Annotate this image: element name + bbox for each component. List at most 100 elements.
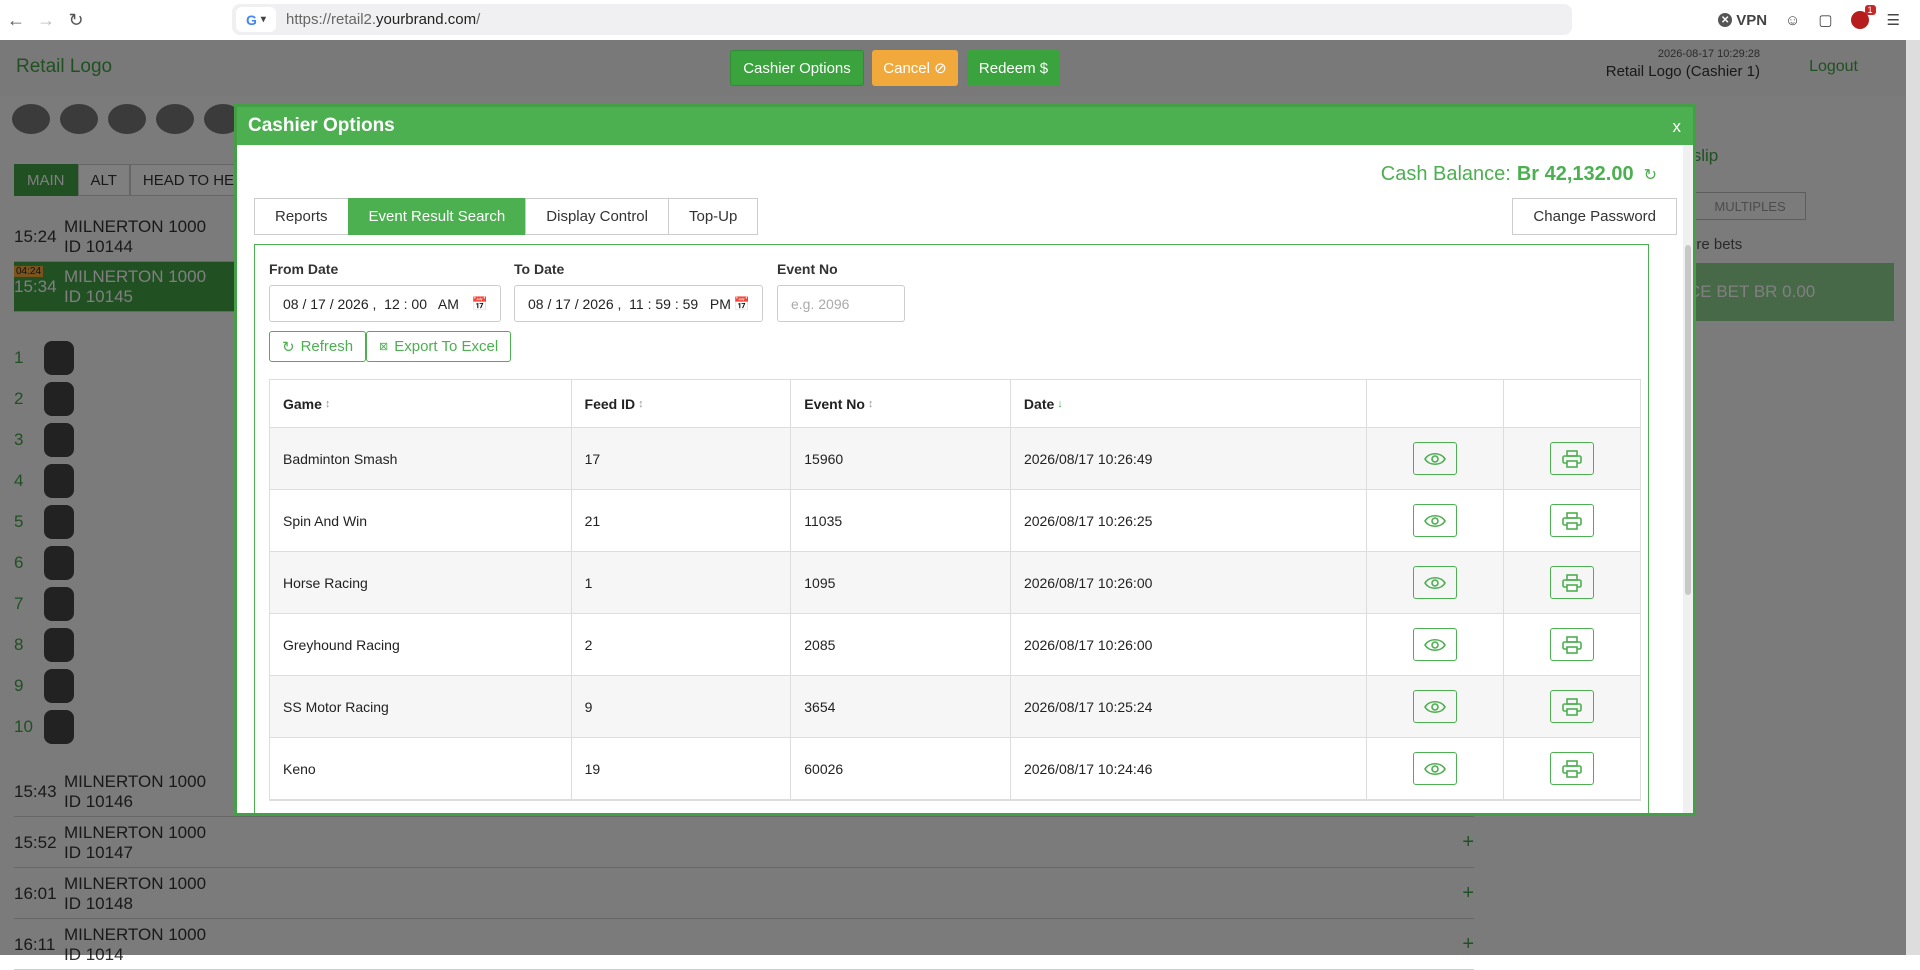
cell-event-no: 3654 <box>791 676 1011 737</box>
extension-shield-icon[interactable]: 1 <box>1850 5 1876 29</box>
extensions-icon[interactable]: ▢ <box>1818 11 1832 29</box>
event-no-input[interactable]: e.g. 2096 <box>777 285 905 322</box>
cell-feed-id: 19 <box>572 738 792 799</box>
excel-icon: ⊠ <box>379 341 389 353</box>
cash-balance-label: Cash Balance: <box>1380 163 1511 185</box>
cell-view <box>1367 428 1505 489</box>
google-icon[interactable]: G ▾ <box>236 7 276 32</box>
cell-print <box>1504 552 1640 613</box>
print-icon[interactable] <box>1550 566 1595 599</box>
cell-view <box>1367 490 1505 551</box>
cell-feed-id: 21 <box>572 490 792 551</box>
change-password-button[interactable]: Change Password <box>1512 198 1677 235</box>
logout-link[interactable]: Logout <box>1809 58 1858 76</box>
address-bar[interactable]: G ▾ https://retail2.yourbrand.com/ <box>232 4 1572 35</box>
print-icon[interactable] <box>1550 690 1595 723</box>
calendar-icon[interactable]: 📅 <box>472 296 488 312</box>
back-icon[interactable]: ← <box>2 6 30 34</box>
event-no-placeholder: e.g. 2096 <box>791 295 850 312</box>
event-no-label: Event No <box>777 261 838 277</box>
from-date-input[interactable]: 08 / 17 / 2026 , 12 : 00 AM 📅 <box>269 285 501 322</box>
cell-view <box>1367 676 1505 737</box>
browser-toolbar: ← → ↻ G ▾ https://retail2.yourbrand.com/ … <box>0 0 1920 40</box>
cashier-options-button[interactable]: Cashier Options <box>730 50 864 86</box>
cell-event-no: 2085 <box>791 614 1011 675</box>
view-eye-icon[interactable] <box>1413 690 1458 723</box>
cell-print <box>1504 428 1640 489</box>
view-eye-icon[interactable] <box>1413 442 1458 475</box>
cell-view <box>1367 552 1505 613</box>
refresh-icon: ↻ <box>282 338 295 356</box>
forward-icon[interactable]: → <box>32 6 60 34</box>
retail-logo[interactable]: Retail Logo <box>16 56 112 78</box>
event-result-panel: From Date 08 / 17 / 2026 , 12 : 00 AM 📅 … <box>254 244 1649 813</box>
tab-event-result-search[interactable]: Event Result Search <box>347 198 527 235</box>
cell-feed-id: 17 <box>572 428 792 489</box>
cell-print <box>1504 676 1640 737</box>
header-feed-id[interactable]: Feed ID ↕ <box>572 380 792 427</box>
view-eye-icon[interactable] <box>1413 504 1458 537</box>
cell-game: Spin And Win <box>270 490 572 551</box>
table-row: Horse Racing 1 1095 2026/08/17 10:26:00 <box>270 552 1640 614</box>
url-text[interactable]: https://retail2.yourbrand.com/ <box>286 11 480 28</box>
table-row: Spin And Win 21 11035 2026/08/17 10:26:25 <box>270 490 1640 552</box>
print-icon[interactable] <box>1550 504 1595 537</box>
cell-date: 2026/08/17 10:26:49 <box>1011 428 1368 489</box>
cell-print <box>1504 614 1640 675</box>
print-icon[interactable] <box>1550 442 1595 475</box>
print-icon[interactable] <box>1550 628 1595 661</box>
profile-icon[interactable]: ☺ <box>1785 12 1800 29</box>
tab-display-control[interactable]: Display Control <box>525 198 669 235</box>
vpn-button[interactable]: ✕ VPN <box>1718 12 1767 29</box>
cell-feed-id: 9 <box>572 676 792 737</box>
redeem-button[interactable]: Redeem $ <box>967 50 1060 86</box>
modal-header: Cashier Options x <box>237 107 1693 145</box>
cell-event-no: 15960 <box>791 428 1011 489</box>
table-row: Greyhound Racing 2 2085 2026/08/17 10:26:00 <box>270 614 1640 676</box>
modal-scrollbar[interactable] <box>1683 145 1693 813</box>
to-date-input[interactable]: 08 / 17 / 2026 , 11 : 59 : 59 PM 📅 <box>514 285 763 322</box>
cell-game: SS Motor Racing <box>270 676 572 737</box>
cell-date: 2026/08/17 10:24:46 <box>1011 738 1368 799</box>
table-header: Game ↕ Feed ID ↕ Event No ↕ Date ↓ <box>270 380 1640 428</box>
export-excel-button[interactable]: ⊠ Export To Excel <box>366 331 512 362</box>
cell-event-no: 1095 <box>791 552 1011 613</box>
print-icon[interactable] <box>1550 752 1595 785</box>
header-view <box>1367 380 1505 427</box>
user-info: 2026-08-17 10:29:28 Retail Logo (Cashier… <box>1606 48 1760 80</box>
page-scrollbar[interactable] <box>1906 40 1920 955</box>
close-icon: ✕ <box>1718 13 1733 27</box>
menu-icon[interactable]: ☰ <box>1887 11 1900 29</box>
header-date[interactable]: Date ↓ <box>1011 380 1368 427</box>
cell-feed-id: 2 <box>572 614 792 675</box>
refresh-icon[interactable]: ↻ <box>1644 165 1657 185</box>
cell-game: Horse Racing <box>270 552 572 613</box>
badge-count: 1 <box>1864 5 1876 15</box>
view-eye-icon[interactable] <box>1413 566 1458 599</box>
header-event-no[interactable]: Event No ↕ <box>791 380 1011 427</box>
tab-reports[interactable]: Reports <box>254 198 349 235</box>
modal-tabs: Reports Event Result Search Display Cont… <box>254 198 759 235</box>
refresh-label: Refresh <box>300 338 354 355</box>
calendar-icon[interactable]: 📅 <box>734 296 750 312</box>
cancel-button[interactable]: Cancel ⊘ <box>872 50 958 86</box>
cash-balance-value: Br 42,132.00 <box>1516 163 1634 185</box>
table-row: Keno 19 60026 2026/08/17 10:24:46 <box>270 738 1640 800</box>
cell-feed-id: 1 <box>572 552 792 613</box>
close-button[interactable]: x <box>1673 117 1682 137</box>
modal-title: Cashier Options <box>248 115 395 136</box>
cash-balance: Cash Balance: Br 42,132.00 ↻ <box>1381 163 1657 186</box>
table-row: SS Motor Racing 9 3654 2026/08/17 10:25:24 <box>270 676 1640 738</box>
cell-game: Badminton Smash <box>270 428 572 489</box>
view-eye-icon[interactable] <box>1413 752 1458 785</box>
cell-date: 2026/08/17 10:25:24 <box>1011 676 1368 737</box>
export-label: Export To Excel <box>394 338 499 355</box>
tab-top-up[interactable]: Top-Up <box>668 198 759 235</box>
cell-view <box>1367 738 1505 799</box>
cell-view <box>1367 614 1505 675</box>
table-row: Badminton Smash 17 15960 2026/08/17 10:26:4… <box>270 428 1640 490</box>
reload-icon[interactable]: ↻ <box>62 6 90 34</box>
header-game[interactable]: Game ↕ <box>270 380 572 427</box>
view-eye-icon[interactable] <box>1413 628 1458 661</box>
refresh-button[interactable]: ↻ Refresh <box>269 331 367 362</box>
